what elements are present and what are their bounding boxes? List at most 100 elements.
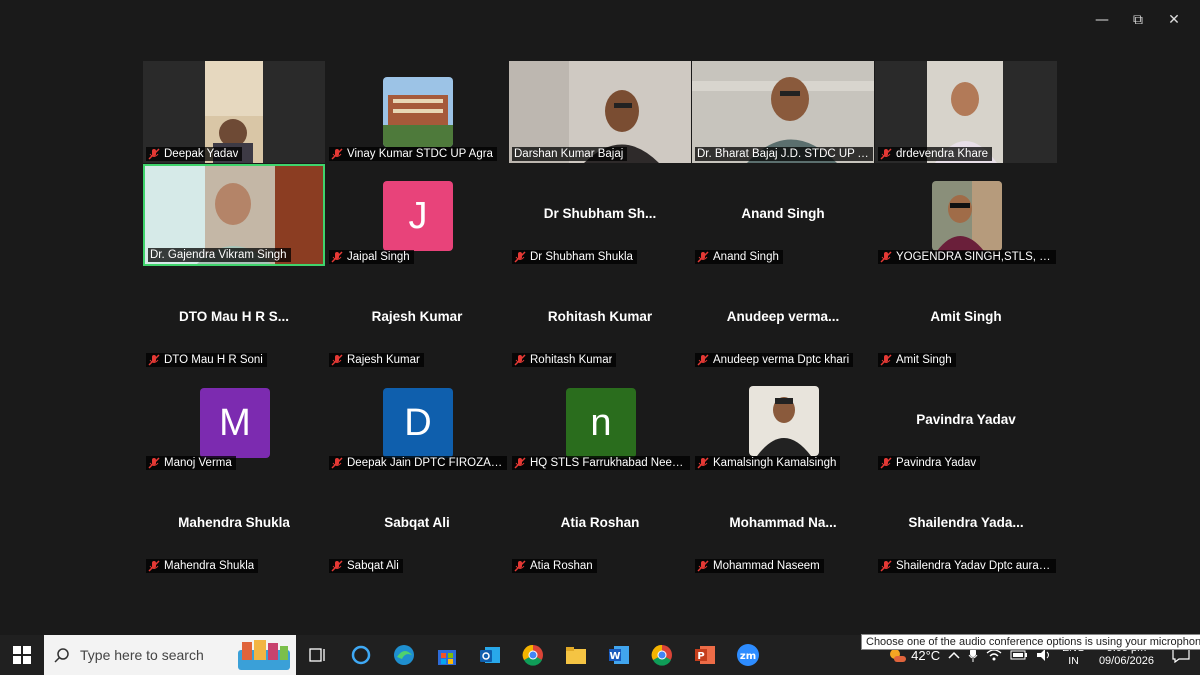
battery-icon[interactable] (1006, 649, 1032, 661)
participant-display-name: Rajesh Kumar (371, 309, 463, 324)
nameplate: Pavindra Yadav (878, 456, 981, 470)
nameplate: Darshan Kumar Bajaj (512, 147, 628, 161)
participant-tile[interactable]: D Deepak Jain DPTC FIROZABAD (326, 370, 508, 472)
participant-tile[interactable]: J Jaipal Singh (326, 164, 508, 266)
volume-icon[interactable] (1032, 648, 1056, 662)
muted-mic-icon (331, 457, 343, 469)
participant-display-name: Shailendra Yada... (908, 515, 1024, 530)
participant-tile[interactable]: Anand Singh Anand Singh (692, 164, 874, 266)
chrome-icon-2[interactable] (640, 635, 683, 675)
active-speaker-tile[interactable]: Dr. Gajendra Vikram Singh (143, 164, 325, 266)
nameplate: Manoj Verma (146, 456, 236, 470)
participant-display-name: Pavindra Yadav (916, 412, 1016, 427)
edge-icon[interactable] (382, 635, 425, 675)
minimize-icon[interactable]: — (1084, 8, 1120, 32)
nameplate: Sabqat Ali (329, 559, 403, 573)
muted-mic-icon (880, 560, 892, 572)
nameplate: Anudeep verma Dptc khari (695, 353, 854, 367)
powerpoint-icon[interactable]: P (683, 635, 726, 675)
nameplate: Rajesh Kumar (329, 353, 424, 367)
avatar: n (566, 388, 636, 458)
nameplate: HQ STLS Farrukhabad Neetes... (512, 456, 690, 470)
participant-display-name: Dr Shubham Sh... (543, 206, 657, 221)
participant-display-name: DTO Mau H R S... (178, 309, 289, 324)
participant-tile[interactable]: Deepak Yadav (143, 61, 325, 163)
svg-text:W: W (609, 651, 620, 662)
cortana-icon[interactable] (339, 635, 382, 675)
outlook-icon[interactable] (468, 635, 511, 675)
participant-tile[interactable]: Anudeep verma... Anudeep verma Dptc khar… (692, 267, 874, 369)
store-icon[interactable] (425, 635, 468, 675)
audio-tooltip: Choose one of the audio conference optio… (861, 634, 1200, 650)
participant-tile[interactable]: Vinay Kumar STDC UP Agra (326, 61, 508, 163)
gallery-view: Deepak Yadav Vinay Kumar STDC UP Agra Da… (143, 61, 1057, 576)
participant-tile[interactable]: DTO Mau H R S... DTO Mau H R Soni (143, 267, 325, 369)
participant-tile[interactable]: Kamalsingh Kamalsingh (692, 370, 874, 472)
muted-mic-icon (514, 251, 526, 263)
nameplate: Mohammad Naseem (695, 559, 824, 573)
nameplate: Deepak Yadav (146, 147, 243, 161)
nameplate: Dr. Gajendra Vikram Singh (148, 248, 291, 262)
file-explorer-icon[interactable] (554, 635, 597, 675)
nameplate: Deepak Jain DPTC FIROZABAD (329, 456, 507, 470)
nameplate: Rohitash Kumar (512, 353, 617, 367)
participant-tile[interactable]: Pavindra Yadav Pavindra Yadav (875, 370, 1057, 472)
chrome-icon[interactable] (511, 635, 554, 675)
participant-display-name: Sabqat Ali (384, 515, 450, 530)
nameplate: Mahendra Shukla (146, 559, 259, 573)
muted-mic-icon (514, 457, 526, 469)
participant-tile[interactable]: drdevendra Khare (875, 61, 1057, 163)
window-controls: — ⧉ ✕ (1084, 8, 1192, 32)
participant-display-name: Anand Singh (741, 206, 825, 221)
nameplate: Anand Singh (695, 250, 783, 264)
participant-tile[interactable]: YOGENDRA SINGH,STLS, CHC... (875, 164, 1057, 266)
participant-tile[interactable]: Dr. Bharat Bajaj J.D. STDC UP Agra (692, 61, 874, 163)
nameplate: Jaipal Singh (329, 250, 414, 264)
word-icon[interactable]: W (597, 635, 640, 675)
wifi-icon[interactable] (982, 648, 1006, 662)
participant-display-name: Rohitash Kumar (547, 309, 653, 324)
participant-tile[interactable]: Mahendra Shukla Mahendra Shukla (143, 473, 325, 575)
participant-tile[interactable]: Atia Roshan Atia Roshan (509, 473, 691, 575)
muted-mic-icon (331, 148, 343, 160)
participant-tile[interactable]: Amit Singh Amit Singh (875, 267, 1057, 369)
participant-display-name: Anudeep verma... (726, 309, 840, 324)
participant-display-name: Amit Singh (930, 309, 1002, 324)
search-icon (54, 648, 69, 663)
participant-photo (932, 181, 1002, 251)
search-placeholder: Type here to search (80, 647, 204, 663)
participant-tile[interactable]: Rajesh Kumar Rajesh Kumar (326, 267, 508, 369)
participant-tile[interactable]: Dr Shubham Sh... Dr Shubham Shukla (509, 164, 691, 266)
windows-logo-icon (13, 646, 31, 664)
participant-tile[interactable]: Darshan Kumar Bajaj (509, 61, 691, 163)
participant-tile[interactable]: Shailendra Yada... Shailendra Yadav Dptc… (875, 473, 1057, 575)
participant-tile[interactable]: Rohitash Kumar Rohitash Kumar (509, 267, 691, 369)
zoom-icon[interactable]: zm (726, 635, 769, 675)
muted-mic-icon (697, 560, 709, 572)
participant-tile[interactable]: M Manoj Verma (143, 370, 325, 472)
muted-mic-icon (697, 251, 709, 263)
participant-display-name: Atia Roshan (560, 515, 640, 530)
nameplate: Atia Roshan (512, 559, 597, 573)
taskbar-search[interactable]: Type here to search (44, 635, 296, 675)
participant-tile[interactable]: Sabqat Ali Sabqat Ali (326, 473, 508, 575)
nameplate: Vinay Kumar STDC UP Agra (329, 147, 497, 161)
search-highlight-icon (238, 640, 290, 670)
muted-mic-icon (331, 354, 343, 366)
svg-text:zm: zm (739, 651, 755, 662)
muted-mic-icon (148, 560, 160, 572)
muted-mic-icon (148, 354, 160, 366)
chevron-up-icon[interactable] (944, 651, 964, 659)
muted-mic-icon (514, 560, 526, 572)
start-button[interactable] (0, 635, 44, 675)
nameplate: Shailendra Yadav Dptc auraiya (878, 559, 1056, 573)
participant-tile[interactable]: n HQ STLS Farrukhabad Neetes... (509, 370, 691, 472)
participant-tile[interactable]: Mohammad Na... Mohammad Naseem (692, 473, 874, 575)
restore-icon[interactable]: ⧉ (1120, 8, 1156, 32)
task-view-icon[interactable] (296, 635, 339, 675)
nameplate: YOGENDRA SINGH,STLS, CHC... (878, 250, 1056, 264)
nameplate: Dr Shubham Shukla (512, 250, 637, 264)
nameplate: Amit Singh (878, 353, 956, 367)
participant-display-name: Mohammad Na... (729, 515, 837, 530)
close-icon[interactable]: ✕ (1156, 8, 1192, 32)
